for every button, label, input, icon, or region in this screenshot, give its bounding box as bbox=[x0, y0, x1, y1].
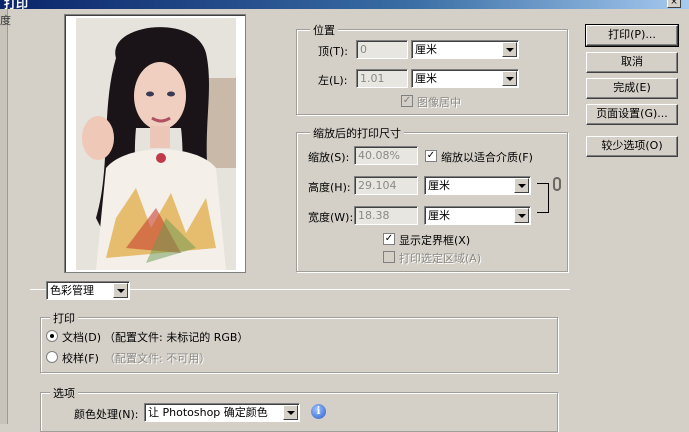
done-button[interactable]: 完成(E) bbox=[586, 78, 678, 99]
show-bounding-box-label: 显示定界框(X) bbox=[399, 234, 471, 247]
scale-to-fit-label: 缩放以适合介质(F) bbox=[441, 151, 533, 164]
background-window-text: 度 bbox=[0, 14, 11, 27]
chevron-down-icon bbox=[502, 71, 517, 86]
color-handling-value: 让 Photoshop 确定颜色 bbox=[148, 406, 268, 419]
left-input[interactable]: 1.01 bbox=[356, 69, 408, 88]
close-icon[interactable]: × bbox=[667, 0, 681, 8]
height-unit-value: 厘米 bbox=[428, 179, 450, 192]
height-label: 高度(H): bbox=[308, 181, 351, 194]
proof-label: 校样(F) bbox=[62, 352, 99, 365]
document-radio[interactable] bbox=[46, 330, 58, 342]
chevron-down-icon bbox=[514, 208, 529, 223]
position-legend: 位置 bbox=[310, 22, 338, 38]
document-label: 文档(D) bbox=[62, 331, 102, 344]
chevron-down-icon bbox=[502, 42, 517, 57]
window-title: 打印 bbox=[4, 0, 29, 9]
background-window-strip bbox=[0, 9, 8, 424]
print-selected-area-label: 打印选定区域(A) bbox=[399, 252, 482, 265]
height-unit-select[interactable]: 厘米 bbox=[424, 176, 531, 195]
left-label: 左(L): bbox=[318, 74, 348, 87]
scaled-print-size-legend: 缩放后的打印尺寸 bbox=[310, 125, 404, 141]
scale-to-fit-checkbox[interactable]: ✓ bbox=[425, 150, 437, 162]
chevron-down-icon bbox=[113, 283, 128, 298]
width-unit-value: 厘米 bbox=[428, 209, 450, 222]
height-input[interactable]: 29.104 bbox=[354, 176, 418, 195]
chevron-down-icon bbox=[283, 405, 298, 420]
scale-label: 缩放(S): bbox=[308, 151, 350, 164]
title-bar: 打印 bbox=[0, 0, 689, 9]
scale-input[interactable]: 40.08% bbox=[354, 146, 418, 165]
center-image-label: 图像居中 bbox=[417, 96, 461, 109]
width-unit-select[interactable]: 厘米 bbox=[424, 206, 531, 225]
left-unit-select[interactable]: 厘米 bbox=[411, 69, 519, 88]
top-input[interactable]: 0 bbox=[356, 40, 408, 59]
color-management-value: 色彩管理 bbox=[50, 284, 94, 297]
top-unit-select[interactable]: 厘米 bbox=[411, 40, 519, 59]
page-setup-button[interactable]: 页面设置(G)... bbox=[586, 104, 678, 125]
chevron-down-icon bbox=[514, 178, 529, 193]
preview-photo bbox=[76, 18, 236, 270]
document-profile-text: （配置文件: 未标记的 RGB） bbox=[104, 331, 249, 344]
color-handling-label: 颜色处理(N): bbox=[74, 408, 139, 421]
portrait-image bbox=[76, 18, 236, 270]
print-selected-area-checkbox[interactable] bbox=[383, 251, 395, 263]
width-label: 宽度(W): bbox=[308, 211, 354, 224]
width-input[interactable]: 18.38 bbox=[354, 206, 418, 225]
chain-link-icon bbox=[553, 177, 561, 191]
left-unit-value: 厘米 bbox=[415, 72, 437, 85]
show-bounding-box-checkbox[interactable]: ✓ bbox=[383, 233, 395, 245]
top-unit-value: 厘米 bbox=[415, 43, 437, 56]
fewer-options-button[interactable]: 较少选项(O) bbox=[586, 136, 678, 157]
proof-profile-text: （配置文件: 不可用） bbox=[104, 352, 211, 365]
center-image-checkbox[interactable]: ✓ bbox=[401, 95, 413, 107]
print-button[interactable]: 打印(P)... bbox=[585, 24, 679, 47]
proof-radio[interactable] bbox=[46, 351, 58, 363]
print-legend: 打印 bbox=[50, 310, 78, 326]
cancel-button[interactable]: 取消 bbox=[586, 52, 678, 73]
info-icon[interactable]: i bbox=[311, 404, 326, 419]
options-legend: 选项 bbox=[50, 385, 78, 401]
constrain-proportions-bracket bbox=[537, 183, 549, 213]
color-management-dropdown[interactable]: 色彩管理 bbox=[46, 281, 130, 300]
top-label: 顶(T): bbox=[318, 45, 349, 58]
color-handling-select[interactable]: 让 Photoshop 确定颜色 bbox=[144, 403, 300, 422]
